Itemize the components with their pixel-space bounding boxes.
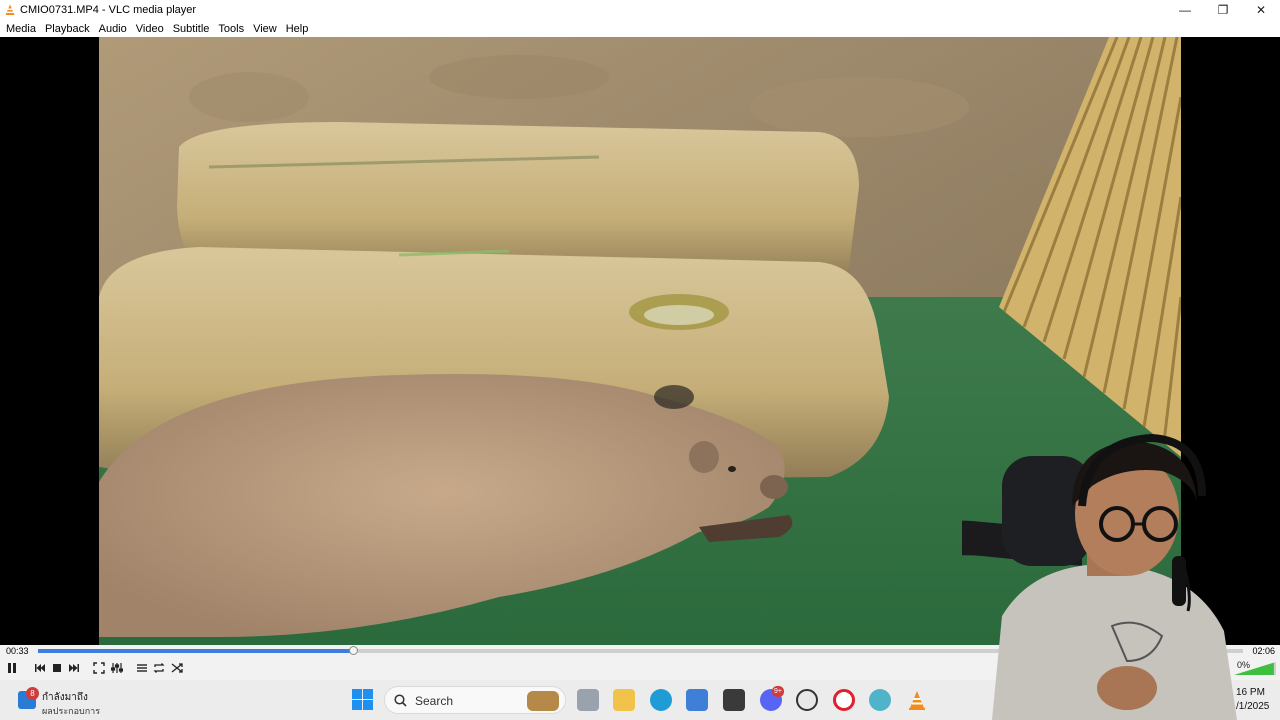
- app-hexagon-icon[interactable]: [723, 689, 745, 711]
- previous-button[interactable]: [33, 661, 47, 675]
- playlist-icon: [137, 664, 147, 672]
- menu-video[interactable]: Video: [132, 23, 169, 35]
- fullscreen-icon: [93, 662, 105, 674]
- next-button[interactable]: [67, 661, 81, 675]
- start-button[interactable]: [352, 689, 373, 710]
- menu-view[interactable]: View: [249, 23, 282, 35]
- menu-audio[interactable]: Audio: [95, 23, 132, 35]
- minimize-button[interactable]: —: [1166, 0, 1204, 20]
- shuffle-icon: [171, 663, 183, 673]
- widget-headline: กำลังมาถึง: [42, 692, 88, 703]
- next-icon: [69, 664, 79, 672]
- shuffle-button[interactable]: [170, 661, 184, 675]
- playlist-button[interactable]: [135, 661, 149, 675]
- equalizer-icon: [111, 663, 123, 673]
- fullscreen-button[interactable]: [92, 661, 106, 675]
- webcam-overlay: [962, 433, 1237, 720]
- menu-bar: Media Playback Audio Video Subtitle Tool…: [0, 20, 1280, 37]
- microsoft-store-icon[interactable]: [686, 689, 708, 711]
- obs-icon[interactable]: [796, 689, 818, 711]
- menu-help[interactable]: Help: [282, 23, 314, 35]
- loop-button[interactable]: [152, 661, 166, 675]
- seek-handle[interactable]: [348, 646, 358, 655]
- app-globe-icon[interactable]: [869, 689, 891, 711]
- task-view-icon[interactable]: [577, 689, 599, 711]
- notification-badge: 8: [26, 687, 39, 700]
- opera-icon[interactable]: [833, 689, 855, 711]
- discord-badge: 9+: [772, 686, 784, 697]
- pause-button[interactable]: [5, 661, 19, 675]
- vlc-taskbar-icon[interactable]: [906, 689, 928, 711]
- menu-media[interactable]: Media: [2, 23, 41, 35]
- file-explorer-icon[interactable]: [613, 689, 635, 711]
- screen: CMIO0731.MP4 - VLC media player — ❐ ✕ Me…: [0, 0, 1280, 720]
- restore-button[interactable]: ❐: [1204, 0, 1242, 20]
- current-time: 00:33: [6, 646, 29, 656]
- previous-icon: [35, 664, 45, 672]
- stop-button[interactable]: [50, 661, 64, 675]
- seek-progress: [38, 649, 354, 653]
- window-title: CMIO0731.MP4 - VLC media player: [20, 4, 197, 16]
- taskbar-search[interactable]: Search: [384, 686, 566, 714]
- widget-subline: ผลประกอบการ: [42, 706, 101, 716]
- search-icon: [394, 694, 407, 707]
- vlc-cone-icon: [5, 4, 15, 15]
- total-time: 02:06: [1252, 646, 1275, 656]
- menu-playback[interactable]: Playback: [41, 23, 95, 35]
- windows-logo-icon: [352, 689, 373, 710]
- search-highlight-image: [527, 691, 559, 711]
- pause-icon: [8, 663, 16, 673]
- edge-browser-icon[interactable]: [650, 689, 672, 711]
- window-controls: — ❐ ✕: [1166, 0, 1280, 20]
- menu-tools[interactable]: Tools: [214, 23, 249, 35]
- title-bar: CMIO0731.MP4 - VLC media player — ❐ ✕: [0, 0, 1280, 20]
- stop-icon: [53, 664, 61, 672]
- search-label: Search: [415, 694, 454, 708]
- widgets-button[interactable]: 8 กำลังมาถึง ผลประกอบการ: [14, 684, 144, 716]
- menu-subtitle[interactable]: Subtitle: [169, 23, 215, 35]
- extended-settings-button[interactable]: [110, 661, 124, 675]
- close-button[interactable]: ✕: [1242, 0, 1280, 20]
- loop-icon: [153, 663, 165, 673]
